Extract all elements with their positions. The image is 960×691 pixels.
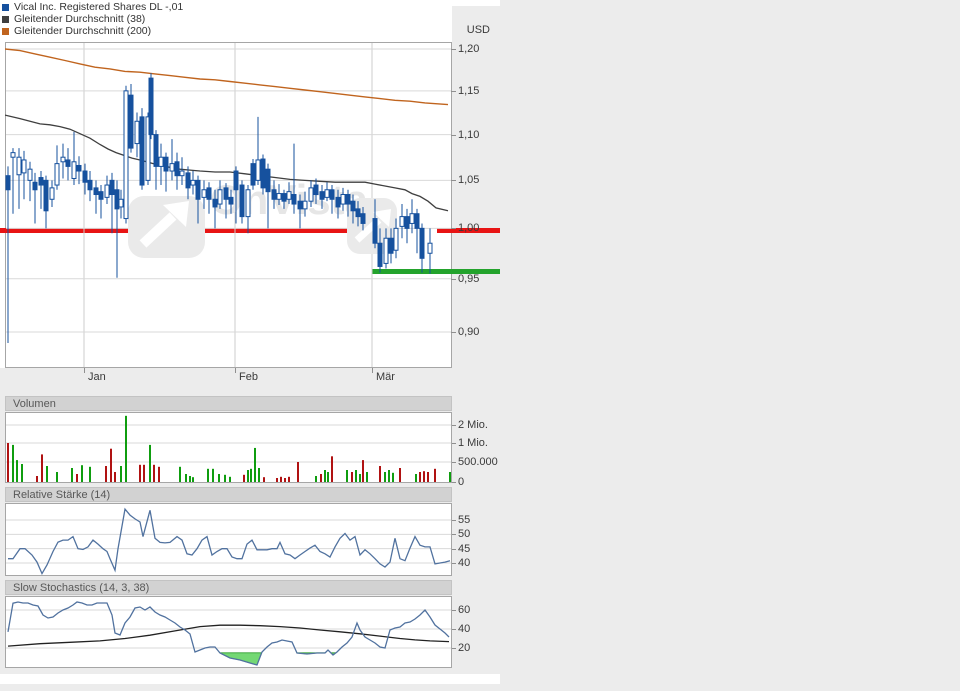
volume-tick-mark [452,425,456,426]
price-axis-label: 1,10 [458,129,479,142]
month-tick-mark [84,368,85,373]
rsi-axis-label: 40 [458,557,470,570]
volume-axis-label: 0 [458,476,464,489]
stochastics-tick-mark [452,629,456,630]
price-axis-label: 1,15 [458,85,479,98]
ma38-swatch [2,16,9,23]
price-series-swatch [2,4,9,11]
volume-axis-label: 2 Mio. [458,419,488,432]
month-tick-mark [235,368,236,373]
rsi-tick-mark [452,534,456,535]
bottom-strip [0,684,500,691]
stochastics-axis-label: 60 [458,604,470,617]
price-axis-label: 1,05 [458,174,479,187]
price-axis-label: 0,95 [458,273,479,286]
rsi-panel-header: Relative Stärke (14) [5,487,452,502]
volume-tick-mark [452,482,456,483]
rsi-axis-label: 55 [458,514,470,527]
stochastics-axis-label: 40 [458,623,470,636]
price-tick-mark [451,91,456,92]
stochastics-axis-label: 20 [458,642,470,655]
page-background-right [500,0,960,691]
ma38-label: Gleitender Durchschnitt (38) [14,13,145,25]
month-axis-label: Jan [88,371,106,384]
legend: Vical Inc. Registered Shares DL -,01 Gle… [2,1,183,37]
stochastics-chart-canvas [5,596,452,668]
price-tick-mark [451,332,456,333]
volume-tick-mark [452,462,456,463]
month-axis-label: Mär [376,371,395,384]
price-tick-mark [451,279,456,280]
legend-item-price: Vical Inc. Registered Shares DL -,01 [2,1,183,13]
rsi-panel-title: Relative Stärke (14) [13,489,110,501]
currency-unit-label: USD [457,24,490,36]
month-axis-label: Feb [239,371,258,384]
price-tick-mark [451,49,456,50]
volume-panel-title: Volumen [13,398,56,410]
legend-item-ma200: Gleitender Durchschnitt (200) [2,25,183,37]
stock-chart-widget: Vical Inc. Registered Shares DL -,01 Gle… [0,0,960,691]
legend-item-ma38: Gleitender Durchschnitt (38) [2,13,183,25]
volume-chart-canvas [5,412,452,483]
stochastics-panel-title: Slow Stochastics (14, 3, 38) [13,582,149,594]
rsi-axis-label: 45 [458,543,470,556]
price-axis-label: 0,90 [458,326,479,339]
price-chart-canvas: OnVista [5,42,452,368]
ma200-label: Gleitender Durchschnitt (200) [14,25,151,37]
rsi-tick-mark [452,520,456,521]
price-axis-label: 1,00 [458,222,479,235]
price-axis-label: 1,20 [458,43,479,56]
volume-panel-header: Volumen [5,396,452,411]
volume-tick-mark [452,443,456,444]
price-tick-mark [451,180,456,181]
stochastics-tick-mark [452,610,456,611]
rsi-tick-mark [452,549,456,550]
ma200-swatch [2,28,9,35]
price-tick-mark [451,228,456,229]
volume-axis-label: 500.000 [458,456,498,469]
volume-axis-label: 1 Mio. [458,437,488,450]
price-series-label: Vical Inc. Registered Shares DL -,01 [14,1,183,13]
rsi-chart-canvas [5,503,452,576]
rsi-axis-label: 50 [458,528,470,541]
rsi-tick-mark [452,563,456,564]
stochastics-panel-header: Slow Stochastics (14, 3, 38) [5,580,452,595]
price-tick-mark [451,135,456,136]
month-tick-mark [372,368,373,373]
stochastics-tick-mark [452,648,456,649]
